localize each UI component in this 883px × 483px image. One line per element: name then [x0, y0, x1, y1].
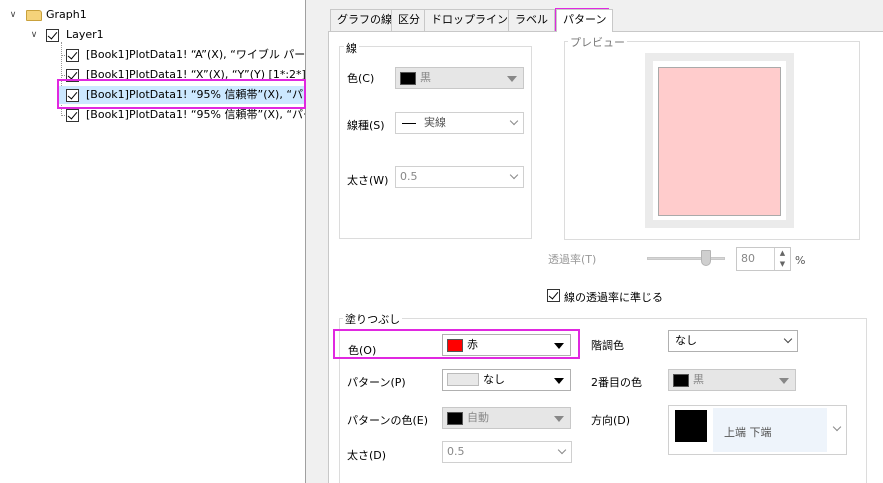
- pattern-value: なし: [483, 373, 505, 386]
- object-tree: ∨ Graph1 ∨ Layer1 [Book1]PlotData1! “A”(…: [0, 0, 306, 483]
- tab-pattern[interactable]: パターン: [556, 9, 614, 32]
- second-color-dropdown[interactable]: 黒: [668, 369, 796, 391]
- second-color-label: 2番目の色: [591, 376, 642, 389]
- fill-width-dropdown[interactable]: 0.5: [442, 441, 572, 463]
- pattern-color-swatch: [447, 412, 463, 425]
- tree-node-plot[interactable]: [Book1]PlotData1! “A”(X), “ワイブル パー: [0, 46, 306, 64]
- direction-value: 上端 下端: [724, 426, 772, 439]
- direction-swatch: [675, 410, 707, 442]
- line-width-dropdown[interactable]: 0.5: [395, 166, 524, 188]
- line-width-value: 0.5: [400, 170, 418, 183]
- pattern-color-value: 自動: [467, 411, 489, 424]
- preview-frame: [645, 53, 794, 228]
- transparency-unit: %: [795, 254, 806, 267]
- pattern-color-label: パターンの色(E): [347, 414, 428, 427]
- follow-line-transparency-label: 線の透過率に準じる: [564, 291, 663, 304]
- line-color-dropdown[interactable]: 黒: [395, 67, 524, 89]
- tree-node-layer-label: Layer1: [66, 28, 104, 41]
- chevron-down-icon: [509, 170, 519, 180]
- selected-plot-highlight: [57, 79, 306, 109]
- line-style-label: 線種(S): [347, 119, 385, 132]
- line-style-value: 実線: [424, 116, 446, 129]
- layer-checkbox[interactable]: [46, 29, 59, 42]
- spin-buttons[interactable]: ▲ ▼: [774, 248, 790, 270]
- transparency-spin[interactable]: 80 ▲ ▼: [736, 247, 791, 271]
- line-width-label: 太さ(W): [347, 174, 389, 187]
- gradient-dropdown[interactable]: なし: [668, 330, 798, 352]
- pattern-swatch: [447, 373, 479, 386]
- direction-label: 方向(D): [591, 414, 631, 427]
- tree-node-plot-label: [Book1]PlotData1! “A”(X), “ワイブル パー: [86, 48, 306, 61]
- chevron-down-icon[interactable]: ∨: [29, 26, 39, 44]
- pattern-label: パターン(P): [347, 376, 406, 389]
- spin-up-icon[interactable]: ▲: [775, 248, 790, 259]
- direction-dropdown[interactable]: 上端 下端: [668, 405, 847, 455]
- transparency-slider[interactable]: [647, 250, 725, 266]
- transparency-value: 80: [741, 252, 755, 265]
- chevron-down-icon: [554, 416, 564, 422]
- transparency-label: 透過率(T): [548, 253, 597, 266]
- chevron-down-icon: [507, 76, 517, 82]
- tree-node-graph-label: Graph1: [46, 8, 87, 21]
- plot-checkbox[interactable]: [66, 49, 79, 62]
- tree-node-graph[interactable]: ∨ Graph1: [0, 6, 305, 24]
- chevron-down-icon: [783, 334, 793, 344]
- pattern-color-dropdown[interactable]: 自動: [442, 407, 571, 429]
- plot-checkbox[interactable]: [66, 109, 79, 122]
- fill-width-value: 0.5: [447, 445, 465, 458]
- chevron-down-icon: [832, 422, 842, 432]
- tree-node-layer[interactable]: ∨ Layer1: [0, 26, 305, 44]
- fill-color-highlight: [333, 329, 580, 359]
- line-color-value: 黒: [420, 71, 431, 84]
- slider-thumb[interactable]: [701, 250, 711, 266]
- line-color-swatch: [400, 72, 416, 85]
- chevron-down-icon: [557, 445, 567, 455]
- tab-drop-line[interactable]: ドロップライン: [424, 9, 515, 31]
- second-color-swatch: [673, 374, 689, 387]
- second-color-value: 黒: [693, 373, 704, 386]
- chevron-down-icon: [509, 116, 519, 126]
- chevron-down-icon: [779, 378, 789, 384]
- line-group-title: 線: [344, 40, 359, 56]
- slider-track: [647, 257, 725, 260]
- solid-line-icon: [402, 123, 416, 124]
- tab-segment[interactable]: 区分: [391, 9, 427, 31]
- folder-icon: [26, 10, 42, 21]
- chevron-down-icon: [554, 378, 564, 384]
- pattern-dropdown[interactable]: なし: [442, 369, 571, 391]
- follow-line-transparency-checkbox[interactable]: [547, 289, 560, 302]
- tab-graph-line[interactable]: グラフの線: [330, 9, 399, 31]
- preview-fill: [658, 67, 781, 216]
- gradient-label: 階調色: [591, 339, 624, 352]
- chevron-down-icon[interactable]: ∨: [8, 6, 18, 24]
- gradient-value: なし: [675, 334, 697, 347]
- fill-width-label: 太さ(D): [347, 449, 387, 462]
- preview-title: プレビュー: [568, 34, 627, 50]
- fill-group-title: 塗りつぶし: [343, 311, 403, 327]
- spin-down-icon[interactable]: ▼: [775, 259, 790, 270]
- line-color-label: 色(C): [347, 72, 375, 85]
- tab-label[interactable]: ラベル: [508, 9, 555, 31]
- line-style-dropdown[interactable]: 実線: [395, 112, 524, 134]
